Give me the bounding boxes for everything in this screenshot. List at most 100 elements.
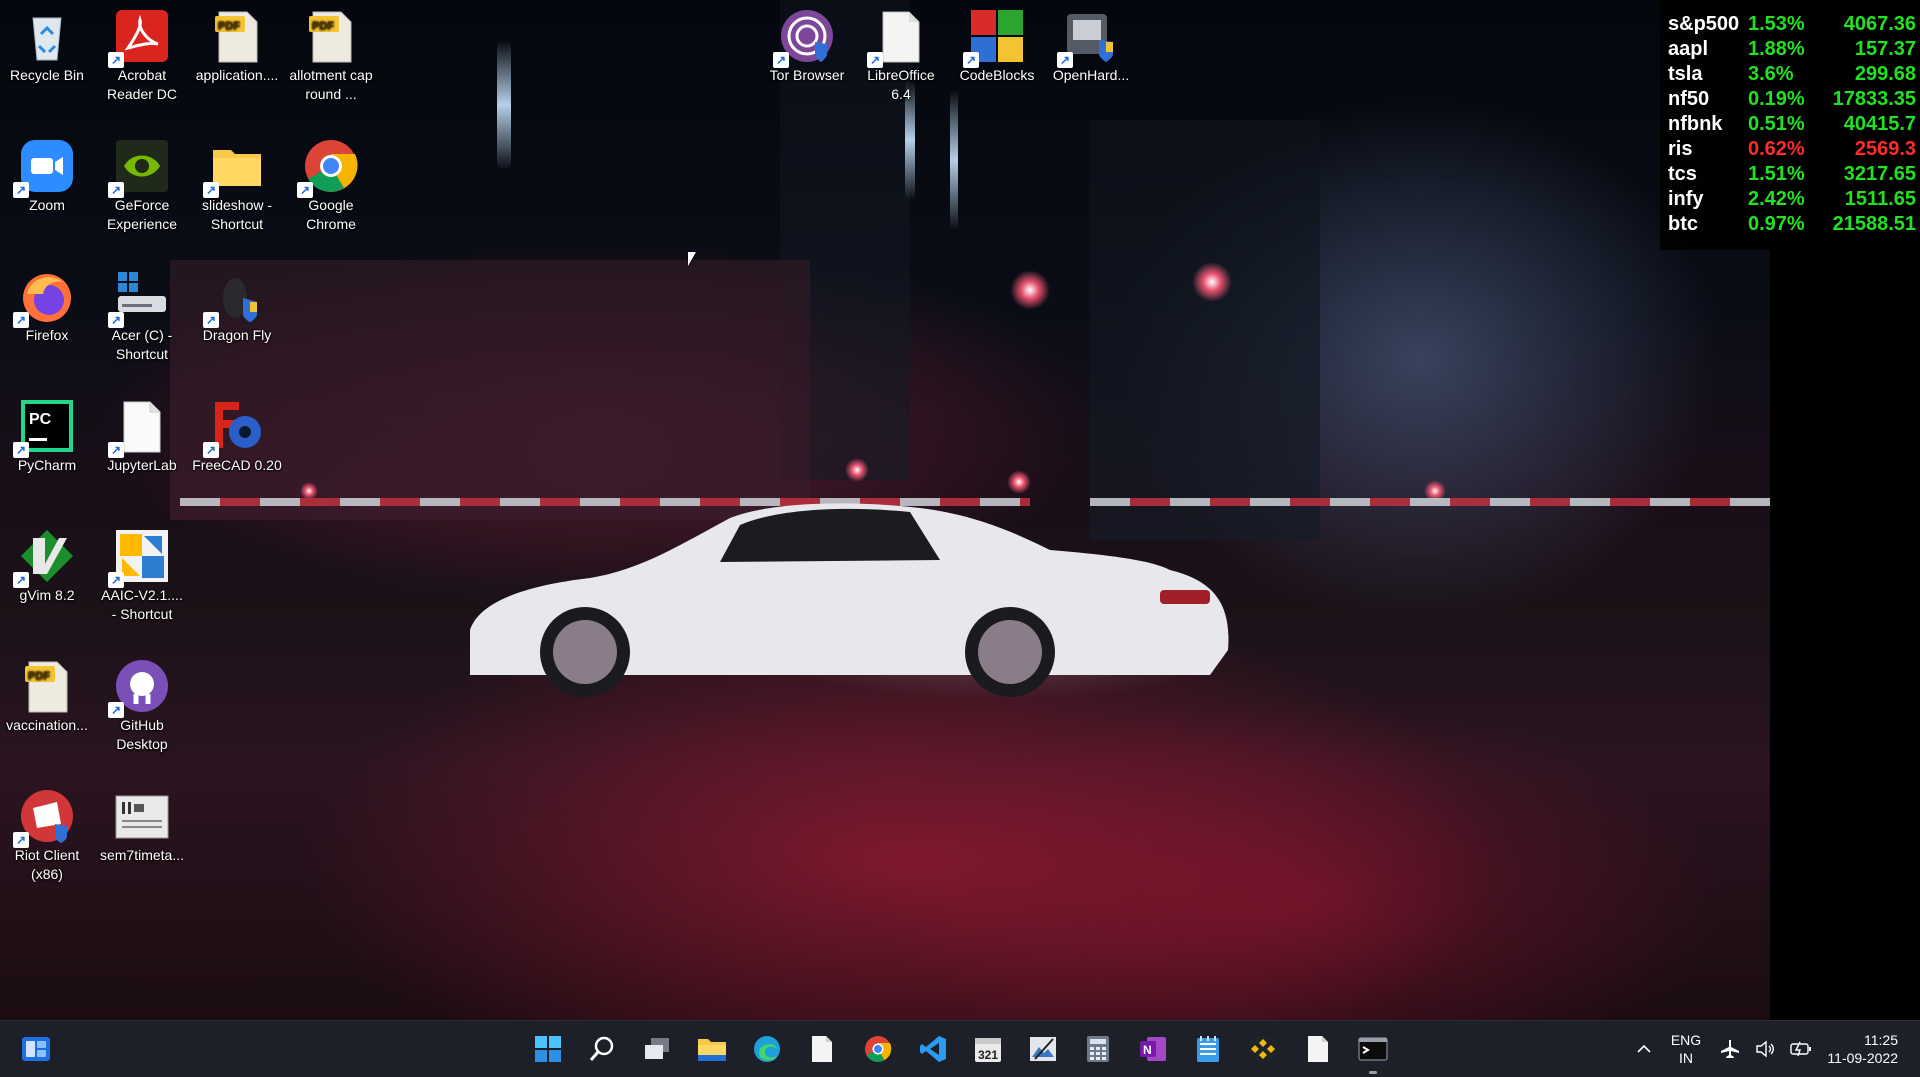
icon-label: OpenHard... (1052, 67, 1130, 83)
svg-text:PDF: PDF (28, 670, 50, 682)
binance-icon (1250, 1036, 1276, 1062)
desktop-icon-codeblocks[interactable]: ↗ CodeBlocks (952, 4, 1042, 85)
wallpaper-street-light (1010, 270, 1050, 310)
ticker-change: 1.51% (1748, 163, 1805, 185)
icon-label: allotment cap round ... (289, 67, 373, 102)
search-button[interactable] (582, 1029, 622, 1069)
shortcut-arrow-icon: ↗ (1057, 52, 1073, 68)
edge-icon (754, 1036, 780, 1062)
acrobat-reader-icon: ↗ (108, 8, 170, 68)
desktop-icon-libreoffice[interactable]: ↗ LibreOffice 6.4 (856, 4, 946, 104)
ticker-change: 0.51% (1748, 113, 1805, 135)
ticker-symbol: nfbnk (1668, 113, 1723, 135)
wallpaper-car (470, 503, 1229, 697)
blank-file-icon (1308, 1036, 1328, 1062)
show-hidden-icons-button[interactable] (1624, 1029, 1664, 1069)
desktop-icon-gvim[interactable]: ↗ gVim 8.2 (2, 524, 92, 605)
desktop-icon-sem7timetable[interactable]: sem7timeta... (97, 784, 187, 865)
shortcut-arrow-icon: ↗ (13, 312, 29, 328)
desktop-icon-vaccination-pdf[interactable]: PDF vaccination... (2, 654, 92, 735)
desktop-icon-application-pdf[interactable]: PDF application.... (192, 4, 282, 85)
desktop-icon-openhardware[interactable]: ↗ OpenHard... (1046, 4, 1136, 85)
ticker-row: ris 0.62% 2569.3 (1668, 137, 1916, 162)
svg-text:PC: PC (29, 411, 52, 428)
icon-label: Tor Browser (769, 67, 845, 83)
ticker-row: tsla 3.6% 299.68 (1668, 62, 1916, 87)
desktop-icon-zoom[interactable]: ↗ Zoom (2, 134, 92, 215)
shortcut-arrow-icon: ↗ (963, 52, 979, 68)
airplane-mode-icon (1720, 1040, 1739, 1058)
ticker-symbol: aapl (1668, 38, 1709, 60)
onenote-icon: N (1140, 1037, 1166, 1061)
onenote-button[interactable]: N (1133, 1029, 1173, 1069)
shortcut-arrow-icon: ↗ (108, 182, 124, 198)
desktop-icon-freecad[interactable]: ↗ FreeCAD 0.20 (192, 394, 282, 475)
image-editor-icon (1030, 1037, 1056, 1061)
desktop-icon-recycle-bin[interactable]: Recycle Bin (2, 4, 92, 85)
calendar-app-button[interactable]: 321 (968, 1029, 1008, 1069)
wallpaper-street-light (1192, 262, 1232, 302)
desktop-icon-geforce[interactable]: ↗ GeForce Experience (97, 134, 187, 234)
quick-settings-button[interactable] (1712, 1029, 1820, 1069)
desktop-icon-firefox[interactable]: ↗ Firefox (2, 264, 92, 345)
icon-label: vaccination... (6, 717, 88, 733)
task-view-button[interactable] (637, 1029, 677, 1069)
icon-label: Acrobat Reader DC (106, 67, 178, 102)
desktop-icon-allotment-pdf[interactable]: PDF allotment cap round ... (286, 4, 376, 104)
ticker-value: 157.37 (1854, 38, 1916, 60)
desktop-icon-slideshow[interactable]: ↗ slideshow - Shortcut (192, 134, 282, 234)
calculator-button[interactable] (1078, 1029, 1118, 1069)
taskbar-file-button[interactable] (802, 1029, 842, 1069)
ticker-symbol: s&p500 (1668, 13, 1740, 35)
icon-label: Firefox (25, 327, 69, 343)
github-desktop-icon: ↗ (108, 658, 170, 718)
ticker-value: 21588.51 (1832, 213, 1916, 235)
image-editor-button[interactable] (1023, 1029, 1063, 1069)
chrome-icon: ↗ (297, 138, 359, 198)
blank-file-icon (812, 1036, 832, 1062)
chrome-button[interactable] (858, 1029, 898, 1069)
desktop-icon-tor-browser[interactable]: ↗ Tor Browser (762, 4, 852, 85)
taskbar-file-button[interactable] (1298, 1029, 1338, 1069)
edge-button[interactable] (747, 1029, 787, 1069)
openhardware-icon: ↗ (1057, 8, 1119, 68)
notepad-button[interactable] (1188, 1029, 1228, 1069)
chrome-icon (865, 1036, 892, 1062)
desktop-icon-github-desktop[interactable]: ↗ GitHub Desktop (97, 654, 187, 754)
desktop-icon-dragon-fly[interactable]: ↗ Dragon Fly (192, 264, 282, 345)
shortcut-arrow-icon: ↗ (108, 572, 124, 588)
icon-label: JupyterLab (107, 457, 177, 473)
icon-label: Google Chrome (306, 197, 356, 232)
input-language-button[interactable]: ENG IN (1668, 1021, 1704, 1077)
desktop-icon-jupyterlab[interactable]: ↗ JupyterLab (97, 394, 187, 475)
wallpaper-light-streak (497, 40, 511, 170)
desktop-icon-riot-client[interactable]: ↗ Riot Client (x86) (2, 784, 92, 884)
desktop-icon-acer-drive[interactable]: ↗ Acer (C) - Shortcut (97, 264, 187, 364)
terminal-button[interactable] (1353, 1029, 1393, 1074)
shortcut-arrow-icon: ↗ (108, 442, 124, 458)
riot-client-icon: ↗ (13, 788, 75, 848)
binance-button[interactable] (1243, 1029, 1283, 1069)
start-button[interactable] (528, 1029, 568, 1069)
ticker-change: 3.6% (1748, 63, 1794, 85)
desktop-icon-pycharm[interactable]: PC ↗ PyCharm (2, 394, 92, 475)
firefox-icon: ↗ (13, 268, 75, 328)
icon-label: GitHub Desktop (116, 717, 168, 752)
widgets-button[interactable] (16, 1029, 56, 1069)
icon-label: LibreOffice 6.4 (867, 67, 935, 102)
vscode-button[interactable] (913, 1029, 953, 1069)
desktop-icon-aaic[interactable]: ↗ AAIC-V2.1.... - Shortcut (97, 524, 187, 624)
desktop-icon-google-chrome[interactable]: ↗ Google Chrome (286, 134, 376, 234)
svg-text:321: 321 (978, 1048, 998, 1062)
ticker-value: 40415.7 (1843, 113, 1916, 135)
file-explorer-button[interactable] (692, 1029, 732, 1069)
taskbar: 321 N ENG IN 11:25 11-09-2022 (0, 1020, 1920, 1077)
ticker-row: aapl 1.88% 157.37 (1668, 37, 1916, 62)
icon-label: Recycle Bin (10, 67, 84, 83)
task-view-icon (645, 1038, 669, 1059)
shortcut-arrow-icon: ↗ (203, 182, 219, 198)
freecad-icon: ↗ (203, 398, 265, 458)
clock-button[interactable]: 11:25 11-09-2022 (1810, 1021, 1910, 1077)
desktop-icon-acrobat-reader[interactable]: ↗ Acrobat Reader DC (97, 4, 187, 104)
ticker-value: 17833.35 (1832, 88, 1916, 110)
